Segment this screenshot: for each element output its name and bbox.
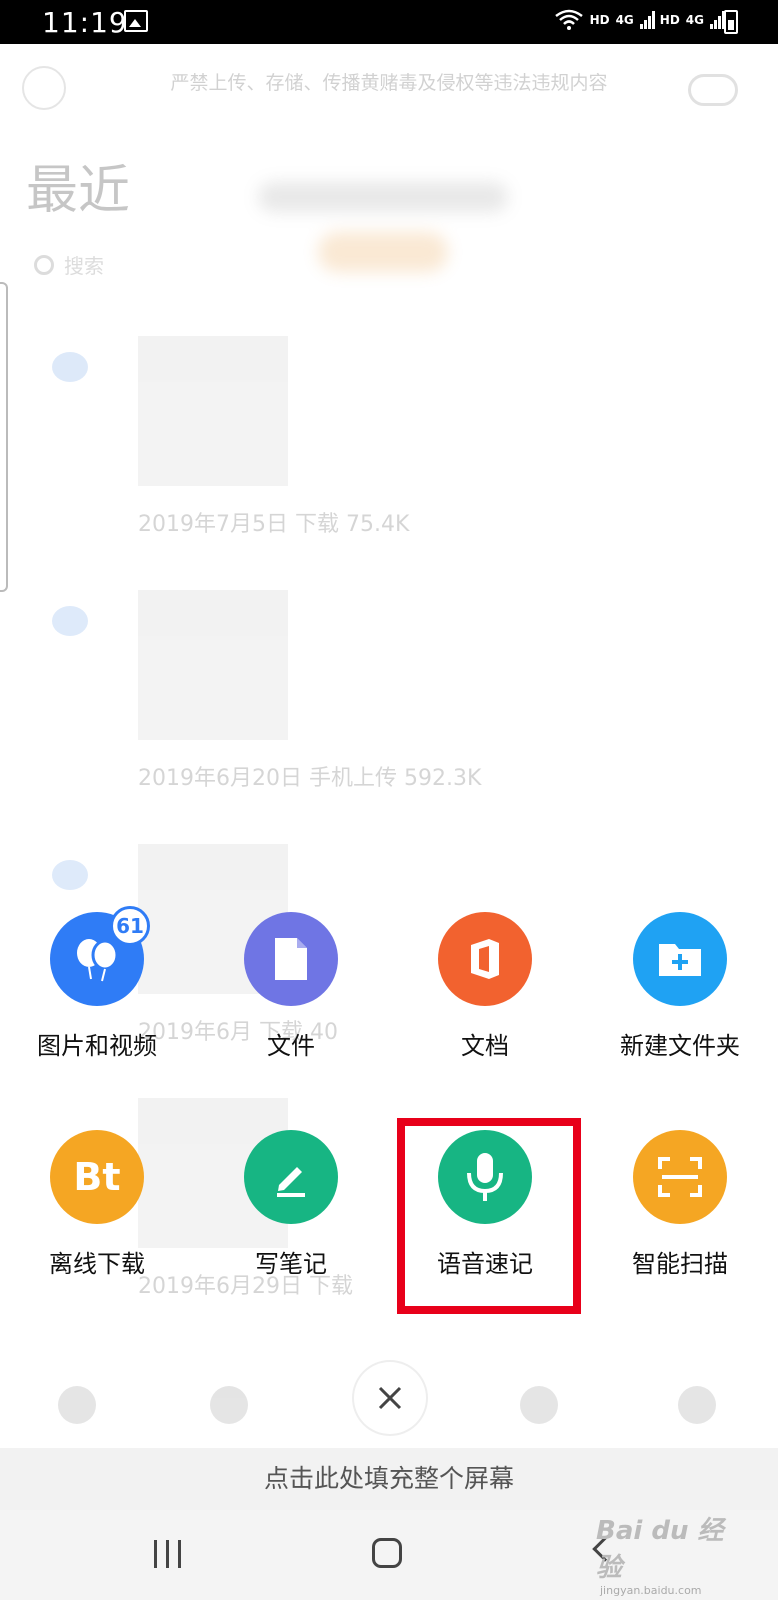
status-indicators: HD 4G HD 4G — [554, 8, 725, 32]
cloud-icon — [688, 74, 738, 106]
battery-icon — [724, 10, 738, 34]
search-bar: 搜索 — [34, 250, 104, 279]
heart-icon — [52, 606, 88, 636]
highlight-box — [397, 1118, 581, 1314]
scan-icon — [633, 1130, 727, 1224]
page-title: 最近 — [26, 161, 131, 221]
recents-button[interactable] — [154, 1540, 184, 1568]
action-label: 智能扫描 — [632, 1250, 728, 1278]
action-photos-videos[interactable]: 61 图片和视频 — [17, 906, 177, 1061]
signal-icon — [639, 11, 655, 29]
balloons-icon: 61 — [50, 906, 150, 1006]
watermark-brand: Bai du 经验 — [596, 1516, 724, 1583]
action-label: 文件 — [267, 1032, 315, 1060]
watermark-url: jingyan.baidu.com — [600, 1584, 702, 1597]
feed-thumbnail — [138, 336, 288, 486]
bt-text: Bt — [73, 1155, 121, 1199]
feed-thumbnail — [138, 590, 288, 740]
action-new-folder[interactable]: 新建文件夹 — [600, 912, 760, 1061]
network-label-hd-2: HD — [659, 13, 680, 27]
fill-screen-bar[interactable]: 点击此处填充整个屏幕 — [0, 1448, 778, 1510]
wifi-icon — [554, 9, 583, 30]
action-label: 文档 — [461, 1032, 509, 1060]
status-time: 11:19 — [42, 6, 128, 39]
search-icon — [34, 254, 54, 275]
action-label: 离线下载 — [49, 1250, 145, 1278]
photos-count-badge: 61 — [110, 906, 150, 946]
search-placeholder: 搜索 — [64, 254, 104, 278]
heart-icon — [52, 352, 88, 382]
home-button[interactable] — [372, 1538, 402, 1568]
close-button[interactable] — [354, 1362, 426, 1434]
heart-icon — [52, 860, 88, 890]
action-label: 写笔记 — [255, 1250, 327, 1278]
feed-caption: 2019年7月5日 下载 75.4K — [138, 512, 410, 537]
action-label: 新建文件夹 — [620, 1032, 740, 1060]
status-bar: 11:19 HD 4G HD 4G — [0, 0, 778, 44]
new-folder-icon — [633, 912, 727, 1006]
edge-panel-handle[interactable] — [0, 282, 8, 592]
image-icon — [124, 10, 148, 32]
feed-caption: 2019年6月20日 手机上传 592.3K — [138, 766, 482, 791]
file-icon — [244, 912, 338, 1006]
action-offline-download[interactable]: Bt 离线下载 — [17, 1130, 177, 1279]
promo-banner — [258, 174, 518, 284]
action-smart-scan[interactable]: 智能扫描 — [600, 1130, 760, 1279]
pencil-icon — [244, 1130, 338, 1224]
network-label-4g-1: 4G — [615, 13, 634, 27]
bt-icon: Bt — [50, 1130, 144, 1224]
notice-banner: 严禁上传、存储、传播黄赌毒及侵权等违法违规内容 — [170, 72, 608, 94]
action-write-note[interactable]: 写笔记 — [211, 1130, 371, 1279]
action-document[interactable]: 文档 — [405, 912, 565, 1061]
action-label: 图片和视频 — [37, 1032, 157, 1060]
office-icon — [438, 912, 532, 1006]
network-label-4g-2: 4G — [685, 13, 704, 27]
watermark-logo: Bai du 经验 jingyan.baidu.com — [596, 1510, 736, 1597]
action-file[interactable]: 文件 — [211, 912, 371, 1061]
close-icon — [378, 1386, 402, 1410]
network-label-hd-1: HD — [589, 13, 610, 27]
signal-icon — [710, 11, 725, 29]
